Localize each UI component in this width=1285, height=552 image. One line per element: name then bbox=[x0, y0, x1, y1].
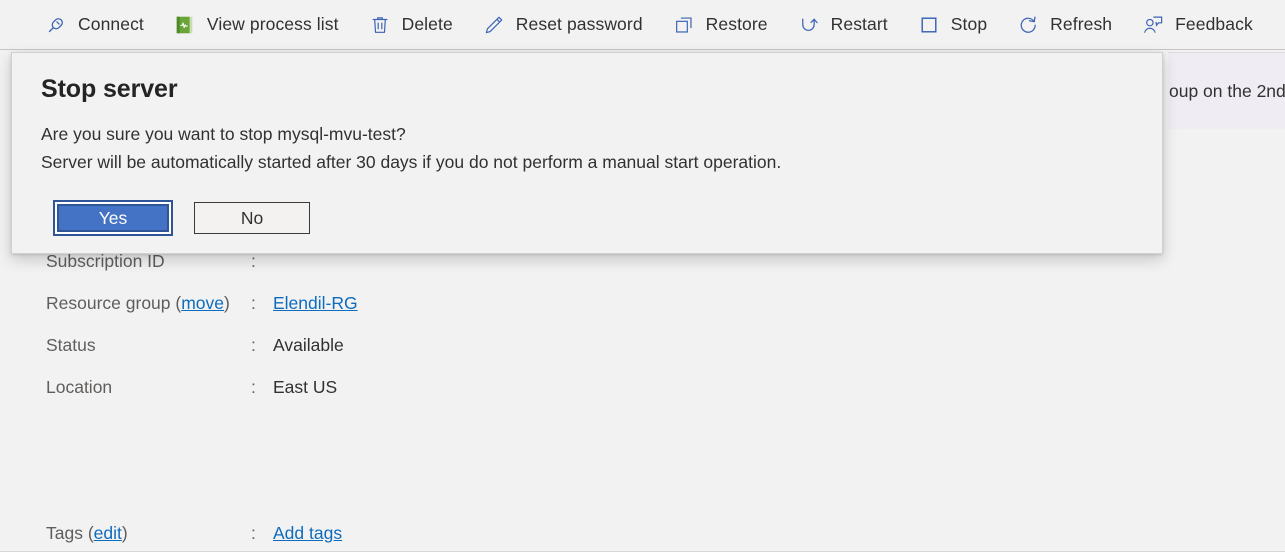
property-row-subscription-id: Subscription ID : bbox=[46, 251, 746, 293]
edit-tags-link[interactable]: edit bbox=[94, 523, 122, 543]
resource-properties-list: Subscription ID : Resource group (move) … bbox=[46, 251, 746, 419]
confirm-yes-button[interactable]: Yes bbox=[55, 202, 171, 234]
command-toolbar: Connect View process list Delete Reset p… bbox=[0, 0, 1285, 50]
feedback-person-icon bbox=[1141, 13, 1165, 37]
toolbar-label: Reset password bbox=[515, 14, 643, 34]
stop-square-icon bbox=[917, 13, 941, 37]
dialog-message-line-1: Are you sure you want to stop mysql-mvu-… bbox=[41, 124, 406, 144]
resource-group-link[interactable]: Elendil-RG bbox=[273, 293, 358, 314]
refresh-circular-arrow-icon bbox=[1016, 13, 1040, 37]
info-banner-text: oup on the 2nd bbox=[1169, 80, 1285, 101]
toolbar-button-view-process-list[interactable]: View process list bbox=[173, 5, 348, 45]
dialog-message-line-2: Server will be automatically started aft… bbox=[41, 152, 782, 172]
property-row-status: Status : Available bbox=[46, 335, 746, 377]
property-row-resource-group: Resource group (move) : Elendil-RG bbox=[46, 293, 746, 335]
property-colon: : bbox=[251, 251, 256, 271]
add-tags-link[interactable]: Add tags bbox=[273, 523, 342, 544]
toolbar-button-delete[interactable]: Delete bbox=[368, 5, 462, 45]
toolbar-label: Restore bbox=[705, 14, 768, 34]
property-colon: : bbox=[251, 335, 256, 355]
property-colon: : bbox=[251, 523, 256, 543]
property-label: Location bbox=[46, 377, 113, 397]
trash-icon bbox=[368, 13, 392, 37]
property-label-text: Resource group ( bbox=[46, 293, 182, 313]
toolbar-button-restore[interactable]: Restore bbox=[672, 5, 777, 45]
property-label: Status bbox=[46, 335, 96, 355]
move-resource-group-link[interactable]: move bbox=[181, 293, 224, 313]
tags-label-prefix: Tags ( bbox=[46, 523, 94, 543]
connect-plug-icon bbox=[44, 13, 68, 37]
toolbar-button-restart[interactable]: Restart bbox=[797, 5, 897, 45]
property-row-tags: Tags (edit) : Add tags bbox=[46, 523, 746, 544]
property-colon: : bbox=[251, 293, 256, 313]
stop-server-dialog: Stop server Are you sure you want to sto… bbox=[11, 52, 1163, 254]
property-row-location: Location : East US bbox=[46, 377, 746, 419]
process-list-book-icon bbox=[173, 13, 197, 37]
toolbar-button-refresh[interactable]: Refresh bbox=[1016, 5, 1121, 45]
status-value: Available bbox=[273, 335, 344, 355]
tags-label-suffix: ) bbox=[121, 523, 128, 543]
toolbar-label: Refresh bbox=[1050, 14, 1113, 34]
cancel-no-button[interactable]: No bbox=[194, 202, 310, 234]
pencil-icon bbox=[482, 13, 506, 37]
property-colon: : bbox=[251, 377, 256, 397]
info-banner: oup on the 2nd bbox=[1168, 52, 1285, 129]
dialog-title: Stop server bbox=[41, 75, 178, 103]
toolbar-button-reset-password[interactable]: Reset password bbox=[482, 5, 652, 45]
restore-copy-icon bbox=[672, 13, 696, 37]
toolbar-label: Feedback bbox=[1175, 14, 1253, 34]
restart-arrow-icon bbox=[797, 13, 821, 37]
dialog-actions: Yes No bbox=[53, 200, 312, 236]
tags-label: Tags (edit) bbox=[46, 523, 251, 544]
dialog-body: Are you sure you want to stop mysql-mvu-… bbox=[41, 120, 1131, 176]
toolbar-button-feedback[interactable]: Feedback bbox=[1141, 5, 1262, 45]
property-label-suffix: ) bbox=[224, 293, 230, 313]
toolbar-label: View process list bbox=[206, 14, 339, 34]
toolbar-label: Connect bbox=[78, 14, 144, 34]
toolbar-button-stop[interactable]: Stop bbox=[917, 5, 996, 45]
toolbar-label: Delete bbox=[401, 14, 453, 34]
toolbar-label: Stop bbox=[950, 14, 988, 34]
property-label: Resource group (move) bbox=[46, 293, 251, 314]
toolbar-button-connect[interactable]: Connect bbox=[44, 5, 153, 45]
toolbar-label: Restart bbox=[830, 14, 888, 34]
property-label: Subscription ID bbox=[46, 251, 165, 271]
location-value: East US bbox=[273, 377, 338, 397]
